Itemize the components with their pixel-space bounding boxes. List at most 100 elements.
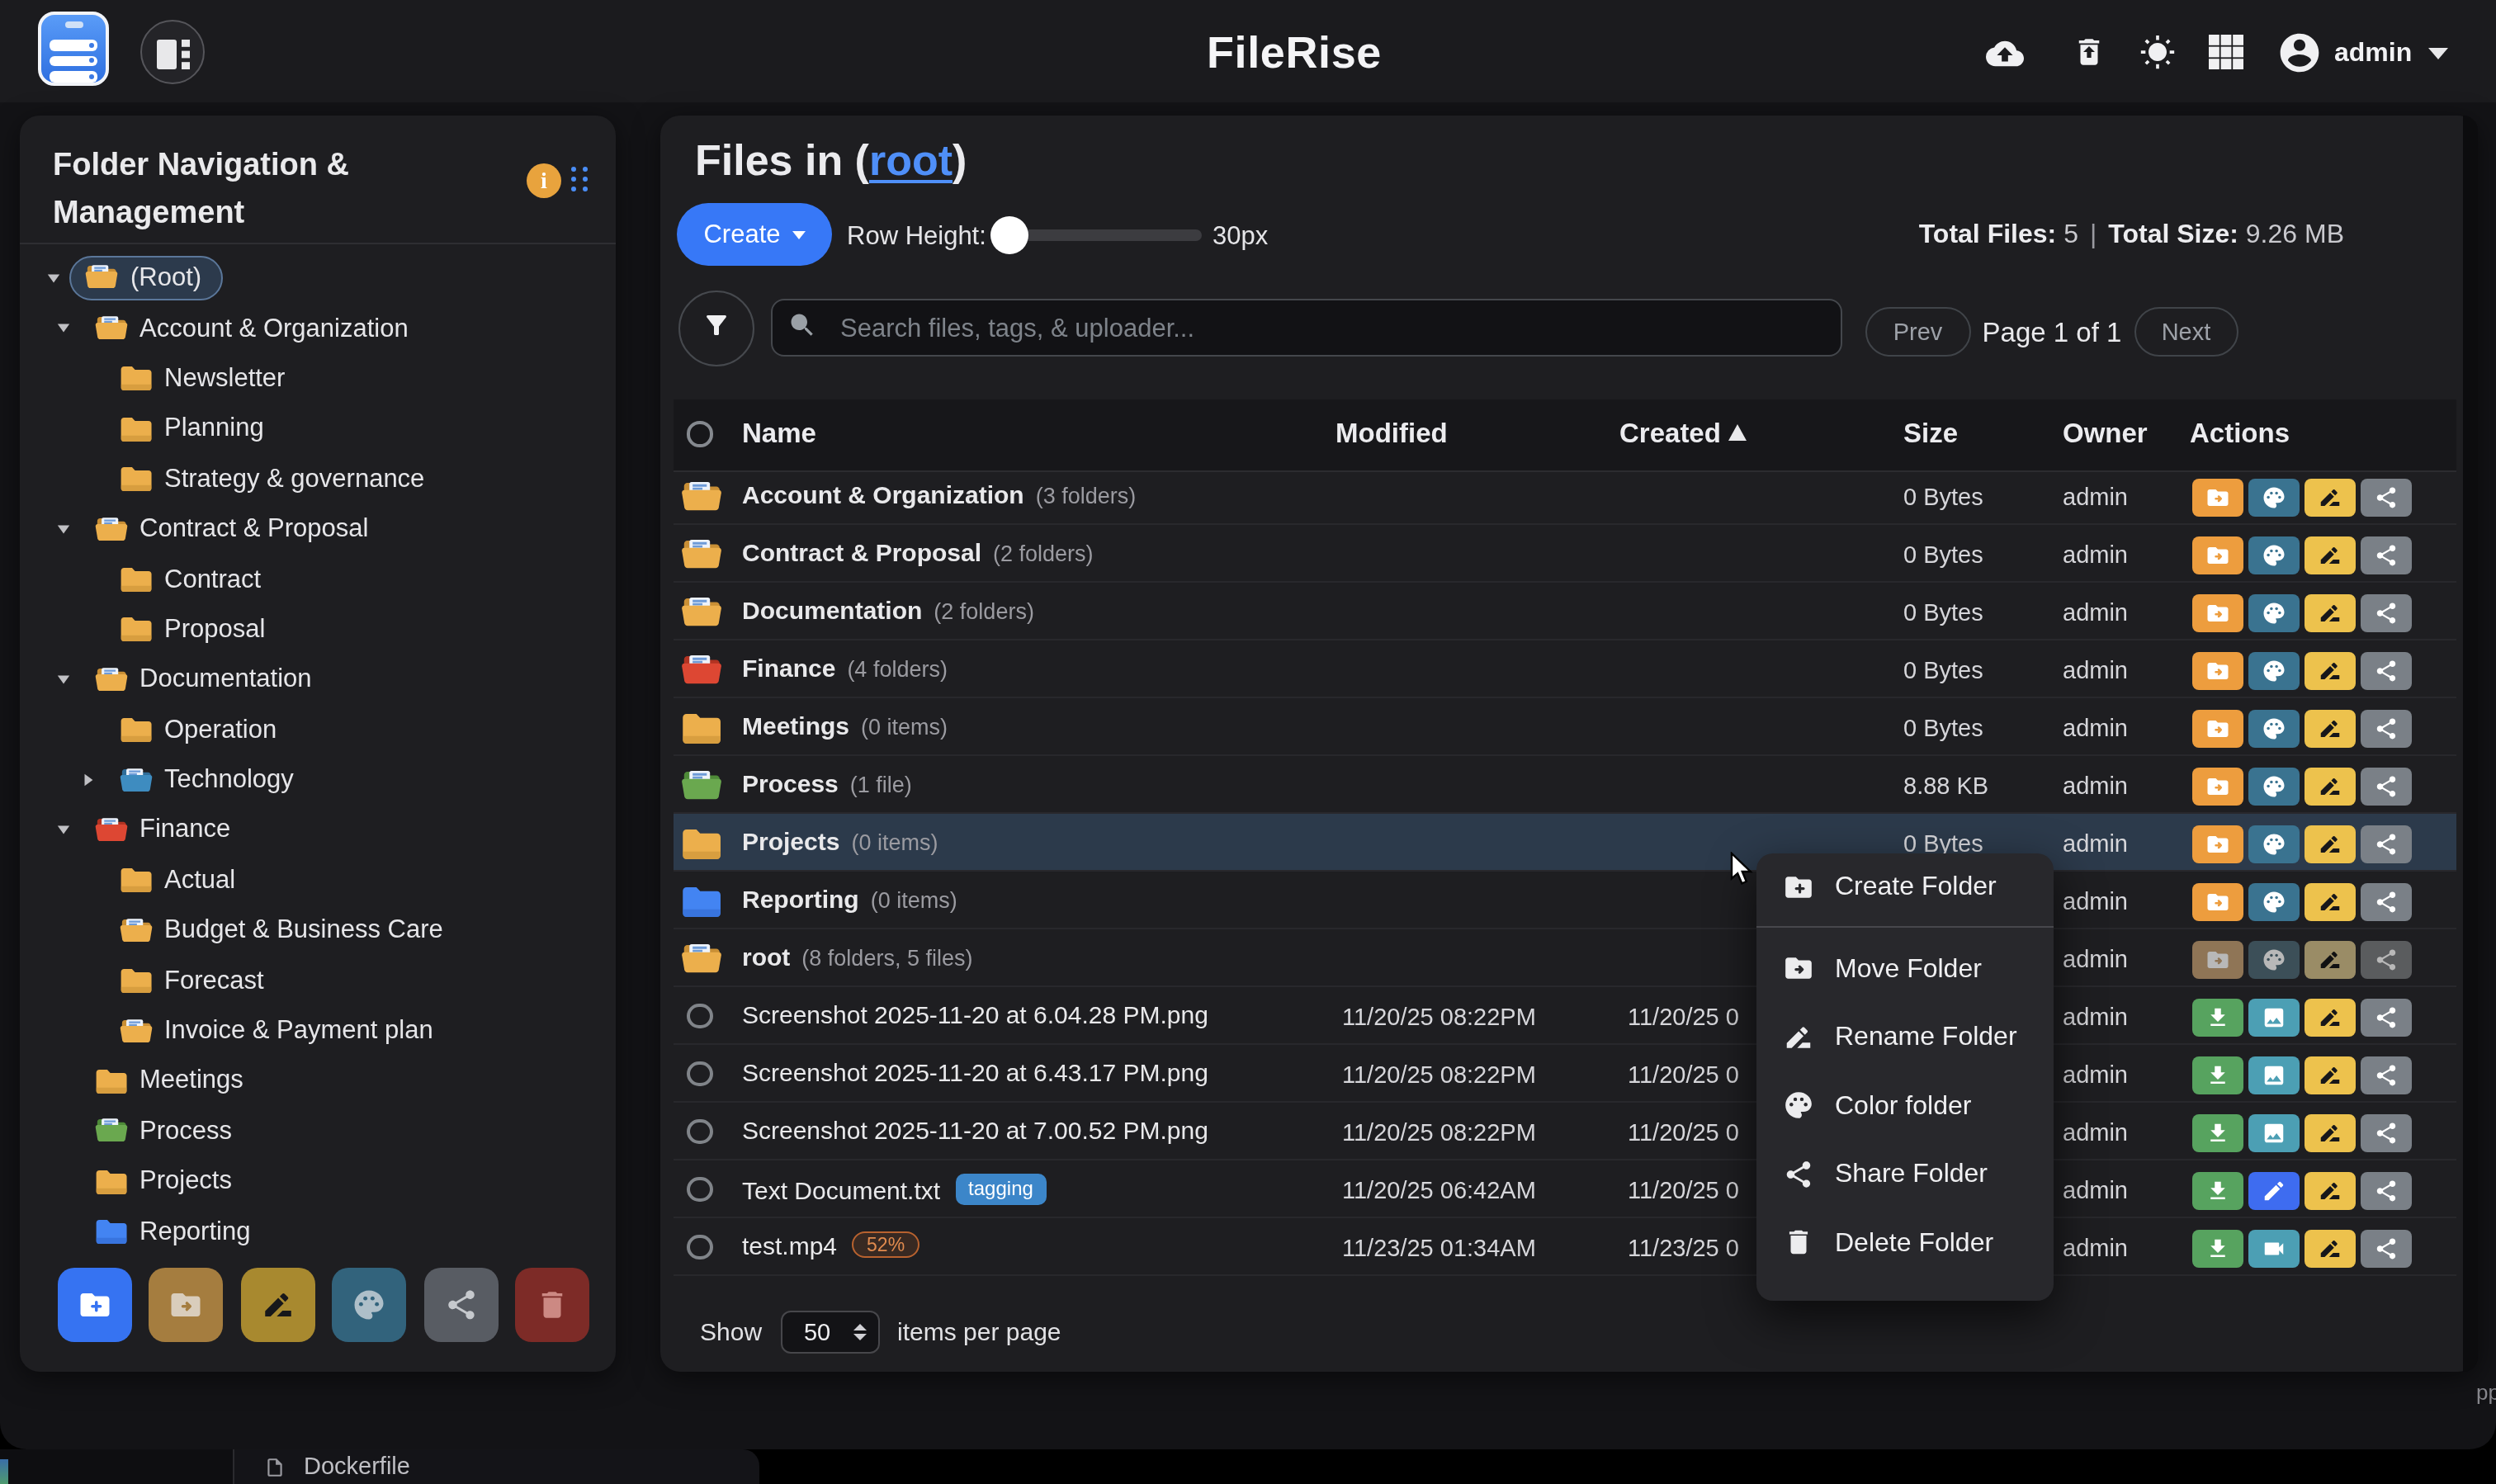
delete-folder-button[interactable] [515,1268,589,1341]
color-folder-button[interactable] [2248,940,2300,979]
edit-file-button[interactable] [2248,1171,2300,1210]
row-checkbox[interactable] [687,1176,712,1202]
user-avatar-icon[interactable] [2276,30,2323,76]
column-modified[interactable]: Modified [1335,418,1448,449]
caret-down-icon[interactable] [52,521,73,536]
preview-image-button[interactable] [2248,1056,2300,1094]
move-folder-button[interactable] [2191,709,2243,748]
caret-down-icon[interactable] [52,822,73,837]
root-link[interactable]: root [869,135,953,185]
download-button[interactable] [2191,1113,2243,1152]
rename-button[interactable] [2304,1171,2356,1210]
rename-button[interactable] [2304,536,2356,574]
tree-item-projects[interactable]: Projects [20,1156,616,1206]
folder-row-account-organization[interactable]: Account & Organization(3 folders)0 Bytes… [674,467,2456,525]
share-button[interactable] [2360,882,2412,921]
tree-item-invoice-payment-plan[interactable]: Invoice & Payment plan [20,1005,616,1056]
preview-image-button[interactable] [2248,998,2300,1037]
rename-button[interactable] [2304,998,2356,1037]
rename-button[interactable] [2304,1113,2356,1152]
file-row-test-mp4[interactable]: test.mp452%11/23/25 01:34AM11/23/25 0adm… [674,1218,2456,1276]
folder-row-meetings[interactable]: Meetings(0 items)0 Bytesadmin [674,698,2456,756]
share-button[interactable] [2360,1113,2412,1152]
file-row-screenshot-2025-11-20-at-6-04-28-pm-png[interactable]: Screenshot 2025-11-20 at 6.04.28 PM.png1… [674,987,2456,1045]
rename-button[interactable] [2304,1229,2356,1268]
menu-item-delete-folder[interactable]: Delete Folder [1756,1208,2053,1277]
move-folder-button[interactable] [2191,478,2243,517]
tree-item-finance[interactable]: Finance [20,805,616,855]
upload-icon[interactable] [1986,35,2022,71]
select-all-checkbox[interactable] [687,421,712,447]
tree-item-budget-business-care[interactable]: Budget & Business Care [20,905,616,955]
share-button[interactable] [2360,651,2412,690]
menu-item-color-folder[interactable]: Color folder [1756,1071,2053,1140]
tree-item-proposal[interactable]: Proposal [20,603,616,654]
tree-item-contract-proposal[interactable]: Contract & Proposal [20,503,616,554]
user-menu-caret[interactable] [2428,48,2448,59]
move-folder-button[interactable] [2191,882,2243,921]
page-size-select[interactable]: 50 [780,1310,879,1353]
share-folder-button[interactable] [423,1268,498,1341]
sidebar-toggle-button[interactable] [140,20,205,84]
share-button[interactable] [2360,767,2412,806]
download-button[interactable] [2191,1056,2243,1094]
tree-item-planning[interactable]: Planning [20,403,616,453]
move-folder-button[interactable] [2191,536,2243,574]
rename-button[interactable] [2304,651,2356,690]
rename-button[interactable] [2304,593,2356,632]
column-created[interactable]: Created [1619,418,1747,449]
create-button[interactable]: Create [677,203,832,266]
move-folder-button[interactable] [2191,767,2243,806]
rename-folder-button[interactable] [240,1268,314,1341]
move-folder-button[interactable] [2191,593,2243,632]
color-folder-button[interactable] [2248,651,2300,690]
tree-item-forecast[interactable]: Forecast [20,955,616,1005]
column-owner[interactable]: Owner [2063,418,2148,449]
folder-row-reporting[interactable]: Reporting(0 items)0 Bytesadmin [674,872,2456,929]
username[interactable]: admin [2334,38,2412,68]
folder-row-projects[interactable]: Projects(0 items)0 Bytesadmin [674,814,2456,872]
file-row-screenshot-2025-11-20-at-6-43-17-pm-png[interactable]: Screenshot 2025-11-20 at 6.43.17 PM.png1… [674,1045,2456,1103]
create-folder-button[interactable] [57,1268,131,1341]
share-button[interactable] [2360,1056,2412,1094]
share-button[interactable] [2360,998,2412,1037]
tree-item-technology[interactable]: Technology [20,754,616,805]
tree-item-process[interactable]: Process [20,1105,616,1156]
color-folder-button[interactable] [2248,882,2300,921]
color-folder-button[interactable] [2248,478,2300,517]
color-folder-button[interactable] [2248,593,2300,632]
color-folder-button[interactable] [2248,825,2300,863]
share-button[interactable] [2360,825,2412,863]
move-folder-button[interactable] [2191,825,2243,863]
download-button[interactable] [2191,1171,2243,1210]
caret-down-icon[interactable] [52,672,73,687]
rename-button[interactable] [2304,767,2356,806]
rename-button[interactable] [2304,709,2356,748]
tree-item-contract[interactable]: Contract [20,554,616,604]
share-button[interactable] [2360,709,2412,748]
tree-item-documentation[interactable]: Documentation [20,654,616,704]
file-row-text-document-txt[interactable]: Text Document.txttagging11/20/25 06:42AM… [674,1160,2456,1218]
move-folder-button[interactable] [2191,940,2243,979]
next-page-button[interactable]: Next [2134,307,2238,357]
menu-item-share-folder[interactable]: Share Folder [1756,1140,2053,1208]
row-checkbox[interactable] [687,1061,712,1086]
color-folder-button[interactable] [332,1268,406,1341]
tree-item-reporting[interactable]: Reporting [20,1206,616,1256]
caret-down-icon[interactable] [52,320,73,335]
restore-trash-icon[interactable] [2072,35,2108,71]
file-row-screenshot-2025-11-20-at-7-00-52-pm-png[interactable]: Screenshot 2025-11-20 at 7.00.52 PM.png1… [674,1103,2456,1160]
tree-item-operation[interactable]: Operation [20,704,616,754]
tree-item-account-organization[interactable]: Account & Organization [20,303,616,353]
color-folder-button[interactable] [2248,536,2300,574]
rename-button[interactable] [2304,478,2356,517]
share-button[interactable] [2360,1229,2412,1268]
menu-item-rename-folder[interactable]: Rename Folder [1756,1003,2053,1071]
row-checkbox[interactable] [687,1118,712,1144]
move-folder-button[interactable] [2191,651,2243,690]
folder-row-finance[interactable]: Finance(4 folders)0 Bytesadmin [674,640,2456,698]
color-folder-button[interactable] [2248,767,2300,806]
share-button[interactable] [2360,593,2412,632]
theme-toggle-icon[interactable] [2139,35,2176,71]
folder-row-process[interactable]: Process(1 file)8.88 KBadmin [674,756,2456,814]
